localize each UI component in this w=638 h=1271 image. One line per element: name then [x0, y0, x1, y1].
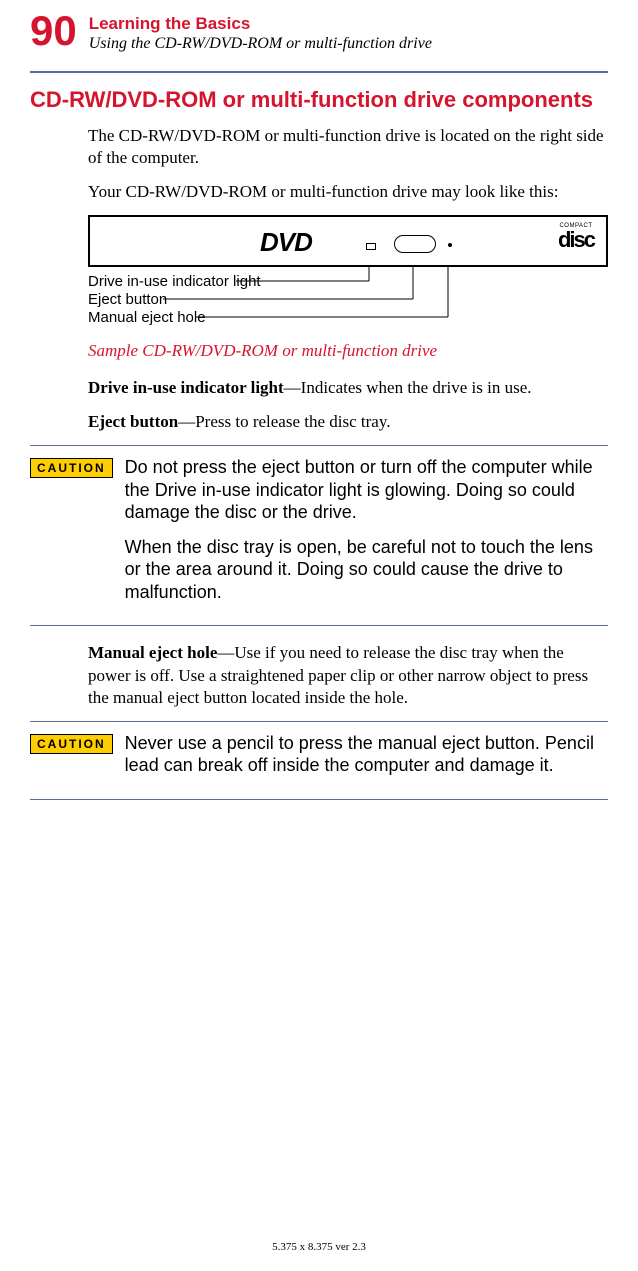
drive-front-panel: DVD COMPACT disc [88, 215, 608, 267]
page-number: 90 [30, 10, 77, 52]
dvd-logo-icon: DVD [260, 227, 312, 258]
divider [30, 721, 608, 722]
diagram-caption: Sample CD-RW/DVD-ROM or multi-function d… [88, 341, 608, 361]
caution-text: Never use a pencil to press the manual e… [125, 732, 608, 789]
drive-diagram: DVD COMPACT disc Drive in-use indicator … [88, 215, 608, 361]
caution-badge-icon: CAUTION [30, 458, 113, 478]
disc-label: disc [558, 229, 594, 251]
intro-para-1: The CD-RW/DVD-ROM or multi-function driv… [88, 125, 608, 169]
page-footer: 5.375 x 8.375 ver 2.3 [0, 1241, 638, 1253]
compact-disc-logo-icon: COMPACT disc [558, 223, 594, 251]
def-indicator-light: Drive in-use indicator light—Indicates w… [88, 377, 608, 399]
term: Manual eject hole [88, 643, 217, 662]
divider [30, 799, 608, 800]
caution-para: When the disc tray is open, be careful n… [125, 536, 608, 604]
desc: —Indicates when the drive is in use. [284, 378, 532, 397]
caution-para: Do not press the eject button or turn of… [125, 456, 608, 524]
page-content: 90 Learning the Basics Using the CD-RW/D… [0, 0, 638, 800]
term: Eject button [88, 412, 178, 431]
body-content: The CD-RW/DVD-ROM or multi-function driv… [88, 125, 608, 203]
divider [30, 71, 608, 73]
divider [30, 625, 608, 626]
callout-eject-button: Eject button [88, 291, 167, 308]
caution-text: Do not press the eject button or turn of… [125, 456, 608, 615]
chapter-title: Learning the Basics [89, 14, 432, 34]
def-eject-button: Eject button—Press to release the disc t… [88, 411, 608, 433]
caution-para: Never use a pencil to press the manual e… [125, 732, 608, 777]
callout-area: Drive in-use indicator light Eject butto… [88, 267, 608, 337]
definitions-block-2: Manual eject hole—Use if you need to rel… [88, 642, 608, 708]
caution-box-1: CAUTION Do not press the eject button or… [30, 456, 608, 615]
divider [30, 445, 608, 446]
term: Drive in-use indicator light [88, 378, 284, 397]
manual-eject-hole-icon [448, 243, 452, 247]
callout-manual-eject: Manual eject hole [88, 309, 206, 326]
callout-indicator-light: Drive in-use indicator light [88, 273, 261, 290]
header-titles: Learning the Basics Using the CD-RW/DVD-… [89, 10, 432, 53]
caution-box-2: CAUTION Never use a pencil to press the … [30, 732, 608, 789]
indicator-light-icon [366, 243, 376, 250]
section-title: Using the CD-RW/DVD-ROM or multi-functio… [89, 35, 432, 53]
desc: —Press to release the disc tray. [178, 412, 390, 431]
eject-button-icon [394, 235, 436, 253]
page-header: 90 Learning the Basics Using the CD-RW/D… [30, 10, 608, 53]
def-manual-eject: Manual eject hole—Use if you need to rel… [88, 642, 608, 708]
caution-badge-icon: CAUTION [30, 734, 113, 754]
definitions-block-1: Drive in-use indicator light—Indicates w… [88, 377, 608, 433]
section-heading: CD-RW/DVD-ROM or multi-function drive co… [30, 87, 608, 113]
intro-para-2: Your CD-RW/DVD-ROM or multi-function dri… [88, 181, 608, 203]
